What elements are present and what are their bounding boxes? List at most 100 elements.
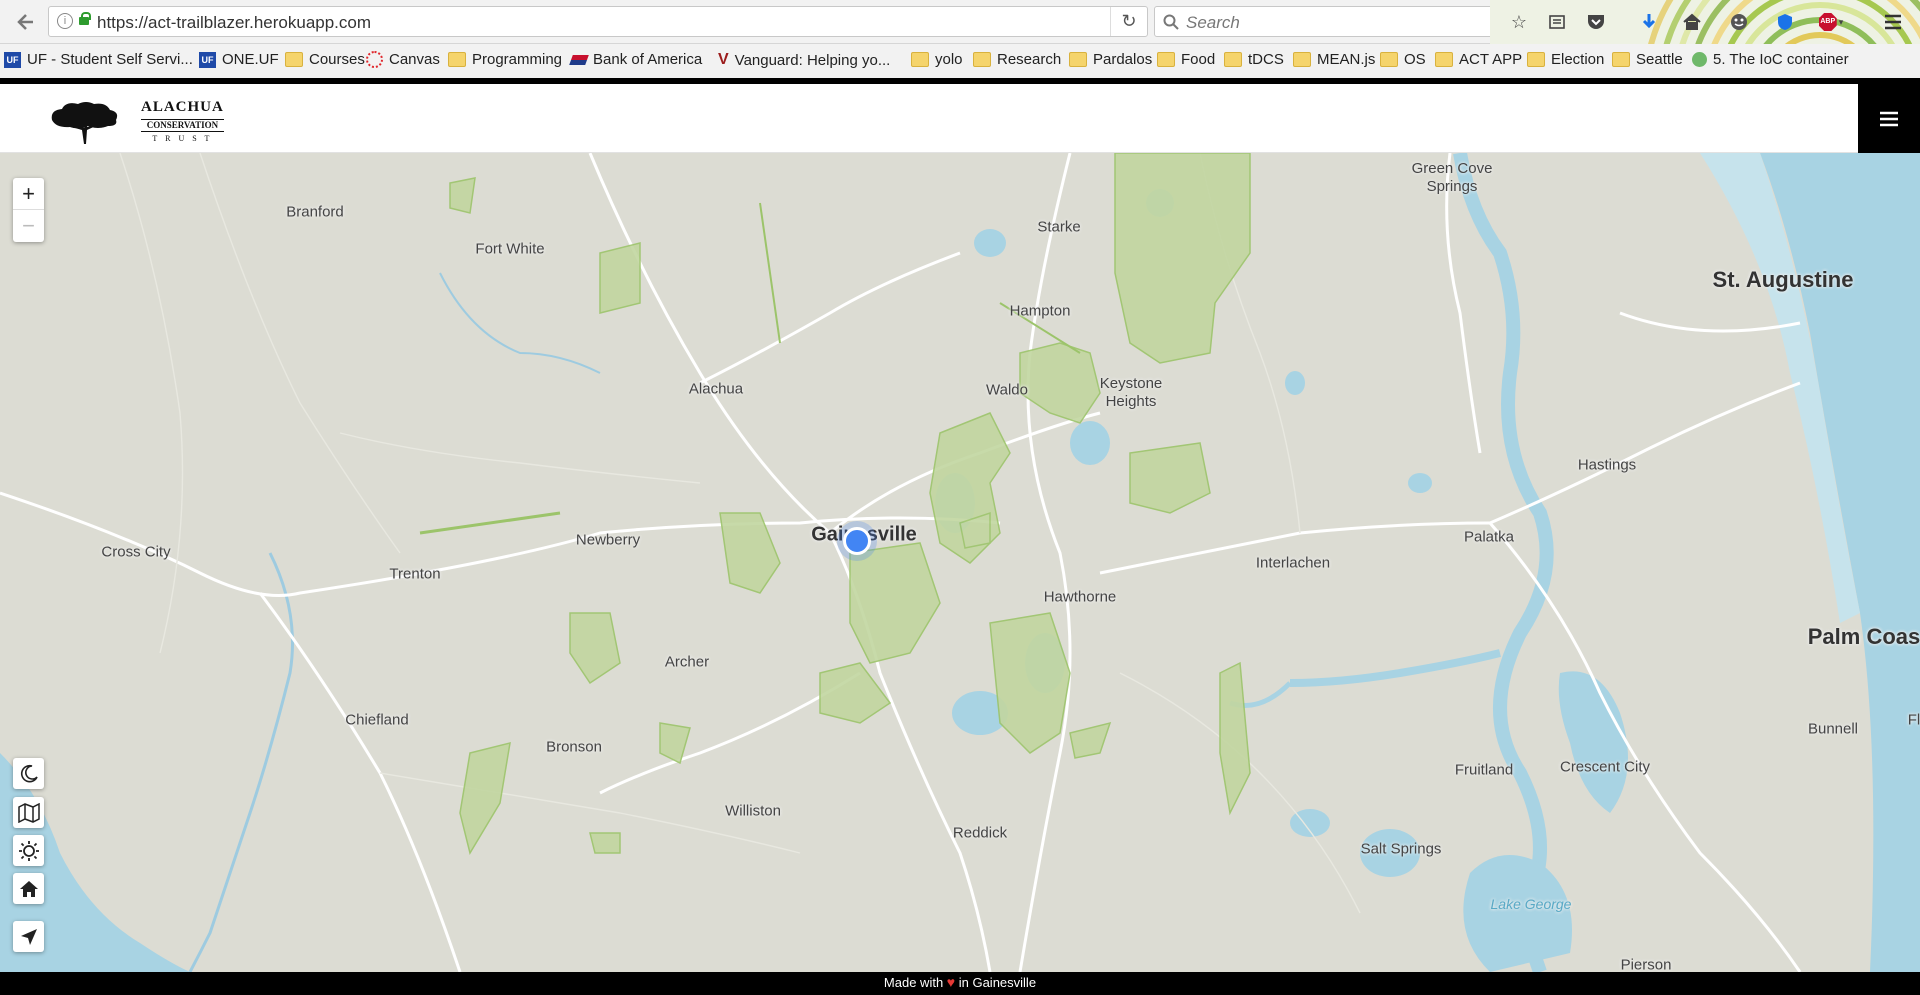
place-label: Cross City [101,543,171,561]
bookmark-programming[interactable]: Programming [448,51,562,68]
folder-icon [1157,52,1175,67]
folder-icon [1293,52,1311,67]
place-label: Hawthorne [1043,588,1117,606]
place-label: Williston [725,802,781,820]
place-label: Bunnell [1807,720,1859,738]
folder-icon [1527,52,1545,67]
folder-icon [1380,52,1398,67]
map-icon [17,802,40,823]
info-icon: i [57,13,73,29]
bookmark-star-icon[interactable]: ☆ [1506,10,1532,34]
bookmark-ioc-container[interactable]: 5. The IoC container [1692,51,1849,68]
place-label: Keystone Heights [1099,375,1163,410]
bookmark-research[interactable]: Research [973,51,1061,68]
logo-line3: T R U S T [152,134,213,143]
bookmark-seattle[interactable]: Seattle [1612,51,1683,68]
folder-icon [1435,52,1453,67]
footer-suffix: in Gainesville [958,975,1037,990]
footer: Made with ♥ in Gainesville [0,972,1920,995]
place-label: Hampton [1009,302,1071,320]
logo-text: ALACHUA CONSERVATION T R U S T [141,100,224,143]
navigation-arrow-icon [20,928,37,945]
reload-icon[interactable]: ↻ [1110,7,1147,36]
home-view-button[interactable] [13,873,44,904]
bookmark-canvas[interactable]: Canvas [366,51,440,68]
place-label: Branford [286,203,344,221]
map-canvas[interactable]: Branford Fort White Starke Green Cove Sp… [0,153,1920,972]
place-label: Alachua [688,380,744,398]
basemap-button[interactable] [13,797,44,828]
footer-prefix: Made with [883,975,944,990]
zoom-out-button[interactable]: − [13,210,44,241]
folder-icon [1069,52,1087,67]
bookmark-meanjs[interactable]: MEAN.js [1293,51,1375,68]
zoom-in-button[interactable]: + [13,178,44,210]
home-icon[interactable] [1679,10,1705,34]
place-label: Palatka [1463,528,1515,546]
canvas-icon [366,51,383,68]
bookmark-oneuf[interactable]: UF ONE.UF [199,51,279,68]
locate-me-button[interactable] [13,921,44,952]
folder-icon [973,52,991,67]
vanguard-icon: V [718,51,729,68]
place-label: Interlachen [1255,554,1331,572]
bookmark-courses[interactable]: Courses [285,51,365,68]
back-button[interactable] [12,8,40,36]
home-icon [19,880,38,897]
place-label: Hastings [1577,456,1637,474]
search-icon [1163,14,1179,30]
folder-icon [911,52,929,67]
bookmark-vanguard[interactable]: V Vanguard: Helping yo... [718,51,890,69]
lock-shackle [81,12,91,20]
bookmark-tdcs[interactable]: tDCS [1224,51,1284,68]
bofa-icon [569,54,589,65]
folder-icon [448,52,466,67]
current-location-marker [843,527,871,555]
back-arrow-icon [17,14,33,30]
url-text: https://act-trailblazer.herokuapp.com [97,13,372,32]
logo-line2: CONSERVATION [141,119,224,132]
bookmark-election[interactable]: Election [1527,51,1604,68]
downloads-icon[interactable] [1636,10,1662,34]
pocket-icon[interactable] [1583,10,1609,34]
settings-button[interactable] [13,835,44,866]
adblock-plus-icon[interactable]: ABP ▾ [1818,10,1844,34]
place-label: St. Augustine [1712,267,1854,292]
place-label: Palm Coas [1807,624,1920,649]
place-label: Crescent City [1559,758,1651,776]
place-label: Green Cove Springs [1411,160,1493,195]
browser-menu-icon[interactable] [1880,10,1906,34]
bookmark-yolo[interactable]: yolo [911,51,963,68]
leaf-icon [1692,52,1707,67]
map-basemap [0,153,1920,972]
bookmark-pardalos[interactable]: Pardalos [1069,51,1152,68]
place-label: Archer [664,653,710,671]
place-label: Bronson [546,738,602,756]
url-bar[interactable]: i https://act-trailblazer.herokuapp.com … [48,6,1148,37]
place-label: Fort White [475,240,545,258]
bookmark-act-app[interactable]: ACT APP [1435,51,1522,68]
place-label: Reddick [952,824,1008,842]
dark-mode-button[interactable] [13,758,44,789]
uf-icon: UF [199,51,216,68]
folder-icon [1612,52,1630,67]
emoji-extension-icon[interactable] [1726,10,1752,34]
bookmark-food[interactable]: Food [1157,51,1215,68]
uf-icon: UF [4,51,21,68]
hamburger-menu-button[interactable] [1858,84,1920,153]
reading-list-icon[interactable] [1544,10,1570,34]
sun-gear-icon [18,840,39,861]
search-input[interactable]: Search [1154,6,1494,37]
bookmarks-bar: UF UF - Student Self Servi... UF ONE.UF Co… [0,44,1920,84]
oak-tree-logo-icon [51,102,118,144]
bookmark-os[interactable]: OS [1380,51,1426,68]
place-label: Starke [1037,218,1081,236]
place-label: Fruitland [1454,761,1514,779]
place-label: Waldo [986,381,1028,399]
hamburger-icon [1880,111,1898,126]
bookmark-bank-of-america[interactable]: Bank of America [569,51,702,68]
search-placeholder: Search [1186,13,1240,32]
bookmark-uf-student[interactable]: UF UF - Student Self Servi... [4,51,193,68]
place-label: Newberry [575,531,641,549]
extension-shield-icon[interactable] [1772,10,1798,34]
